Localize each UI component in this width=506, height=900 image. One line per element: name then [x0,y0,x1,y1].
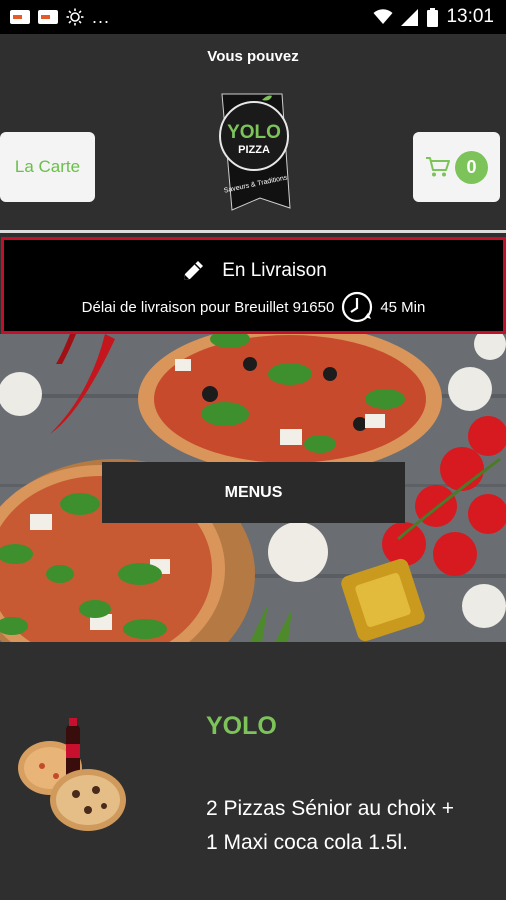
menus-button[interactable]: MENUS [102,462,405,523]
logo-brand: YOLO [227,122,281,143]
clock: 13:01 [446,6,494,27]
la-carte-button[interactable]: La Carte [0,132,95,202]
notification-icon [38,10,58,24]
header-message: Vous pouvez [207,48,299,65]
clock-icon [342,291,373,323]
delivery-mode: En Livraison [222,260,327,281]
yolo-pizza-logo[interactable]: YOLO PIZZA Saveurs & Traditions [216,92,292,212]
pencil-icon[interactable] [180,258,206,284]
overflow-dots: ... [92,7,111,27]
brightness-icon [66,8,84,26]
delivery-delay-text: Délai de livraison pour Breuillet 91650 [81,298,335,316]
cart-count-badge: 0 [455,150,488,184]
product-title: YOLO [206,712,277,740]
product-image [18,718,126,831]
product-description: 2 Pizzas Sénior au choix + 1 Maxi coca c… [206,797,455,854]
cart-icon [426,157,450,177]
delivery-delay-value: 45 Min [380,298,426,316]
wifi-icon [373,9,393,24]
battery-icon [427,7,439,27]
logo-sub: PIZZA [238,144,270,156]
hero-banner: MENUS [0,334,506,642]
signal-icon [401,8,419,26]
status-bar: ... 13:01 [0,0,506,34]
header-divider [0,230,506,233]
notification-icon [10,10,30,24]
delivery-panel[interactable]: En Livraison Délai de livraison pour Bre… [1,237,506,334]
cart-button[interactable]: 0 [413,132,500,202]
header: Vous pouvez La Carte YOLO PIZZA Saveurs … [0,34,506,230]
product-card[interactable]: YOLO 2 Pizzas Sénior au choix + 1 Maxi c… [0,642,506,900]
